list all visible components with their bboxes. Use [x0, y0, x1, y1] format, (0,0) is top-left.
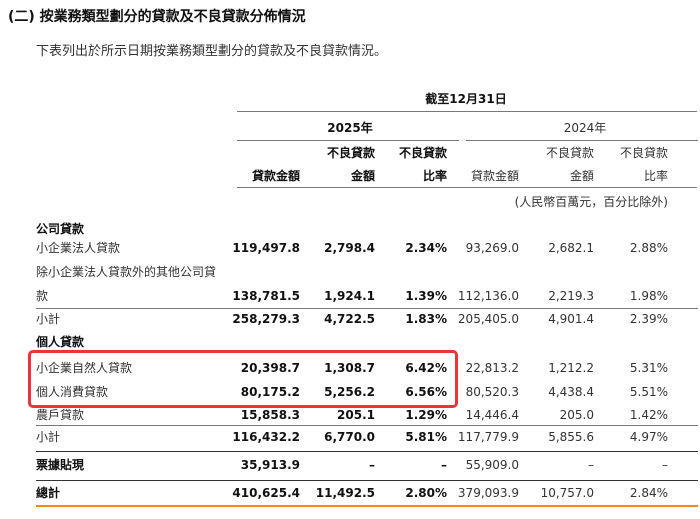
cell-value: 5,855.6	[548, 430, 594, 444]
highlight-box	[28, 350, 458, 408]
cell-value: 4.97%	[629, 430, 668, 444]
cell-value: 116,432.2	[232, 430, 300, 444]
col-npl: 不良貸款	[619, 146, 668, 160]
cell-value: 2.84%	[629, 486, 668, 500]
col-npl-amount: 金額	[350, 169, 375, 183]
cell-value: 205.0	[559, 408, 594, 422]
rule-above-bills	[36, 451, 698, 452]
cell-value: 2.34%	[405, 241, 447, 255]
cell-value: 2,682.1	[548, 241, 594, 255]
row-label: 農戶貸款	[36, 408, 85, 422]
header-rule-2024	[466, 140, 698, 141]
cell-value: 119,497.8	[232, 241, 300, 255]
cell-value: 1.98%	[629, 289, 668, 303]
row-label: 總計	[36, 486, 61, 500]
col-npl: 不良貸款	[326, 146, 375, 160]
cell-value: 11,492.5	[315, 486, 375, 500]
year-2025-label: 2025年	[327, 121, 373, 135]
row-label-continued: 款	[36, 289, 49, 303]
cell-value: 1.42%	[629, 408, 668, 422]
cell-value: –	[588, 458, 594, 472]
cell-value: 93,269.0	[465, 241, 519, 255]
cell-value: 5.51%	[629, 385, 668, 399]
cell-value: 1.39%	[405, 289, 447, 303]
loan-distribution-table: 截至12月31日 2025年 2024年貸款金額 不良貸款金額 不良貸款比率 貸款金額 不良…	[0, 0, 700, 519]
cell-value: 55,909.0	[465, 458, 519, 472]
header-rule-bottom	[237, 187, 697, 188]
row-label: 除小企業法人貸款外的其他公司貸	[36, 265, 217, 279]
section-personal: 個人貸款	[36, 335, 85, 349]
header-rule-2025	[237, 140, 459, 141]
cell-value: 4,722.5	[324, 312, 375, 326]
cell-value: 2.80%	[405, 486, 447, 500]
cell-value: 4,438.4	[548, 385, 594, 399]
col-loan-amount: 貸款金額	[470, 169, 519, 183]
section-corporate: 公司貸款	[36, 222, 85, 236]
cell-value: 258,279.3	[232, 312, 300, 326]
col-npl-amount: 金額	[569, 169, 594, 183]
cell-value: 138,781.5	[232, 289, 300, 303]
cell-value: 14,446.4	[465, 408, 519, 422]
cell-value: –	[662, 458, 668, 472]
col-npl: 不良貸款	[398, 146, 447, 160]
cell-value: 117,779.9	[457, 430, 519, 444]
row-label: 小計	[36, 430, 61, 444]
cell-value: 1.29%	[405, 408, 447, 422]
cell-value: 112,136.0	[457, 289, 519, 303]
row-label: 票據貼現	[36, 458, 85, 472]
cell-value: 2.88%	[629, 241, 668, 255]
cell-value: 35,913.9	[240, 458, 300, 472]
cell-value: 1.83%	[405, 312, 447, 326]
year-2024-label: 2024年	[563, 121, 607, 135]
rule-above-subtotal	[36, 308, 698, 309]
cell-value: 80,520.3	[465, 385, 519, 399]
row-label: 小企業法人貸款	[36, 241, 121, 255]
cell-value: 4,901.4	[548, 312, 594, 326]
col-loan-amount: 貸款金額	[251, 169, 300, 183]
cell-value: 2.39%	[629, 312, 668, 326]
cell-value: 1,924.1	[324, 289, 375, 303]
cell-value: 379,093.9	[457, 486, 519, 500]
cell-value: 22,813.2	[465, 361, 519, 375]
col-npl-ratio: 比率	[422, 169, 447, 183]
cell-value: –	[441, 458, 447, 472]
col-npl: 不良貸款	[545, 146, 594, 160]
col-npl-ratio: 比率	[643, 169, 668, 183]
rule-above-subtotal-personal	[36, 425, 698, 426]
cell-value: 5.81%	[405, 430, 447, 444]
total-bottom-rule	[36, 505, 698, 507]
cell-value: 1,212.2	[548, 361, 594, 375]
as-of-label: 截至12月31日	[425, 92, 507, 106]
cell-value: 15,858.3	[240, 408, 300, 422]
cell-value: 10,757.0	[540, 486, 594, 500]
cell-value: 205.1	[337, 408, 375, 422]
cell-value: 205,405.0	[457, 312, 519, 326]
cell-value: 2,798.4	[324, 241, 375, 255]
row-label: 小計	[36, 312, 61, 326]
cell-value: –	[369, 458, 375, 472]
cell-value: 410,625.4	[232, 486, 300, 500]
unit-note: (人民幣百萬元，百分比除外)	[514, 195, 668, 209]
rule-above-total	[36, 480, 698, 481]
cell-value: 5.31%	[629, 361, 668, 375]
cell-value: 2,219.3	[548, 289, 594, 303]
header-rule	[237, 111, 697, 112]
cell-value: 6,770.0	[324, 430, 375, 444]
